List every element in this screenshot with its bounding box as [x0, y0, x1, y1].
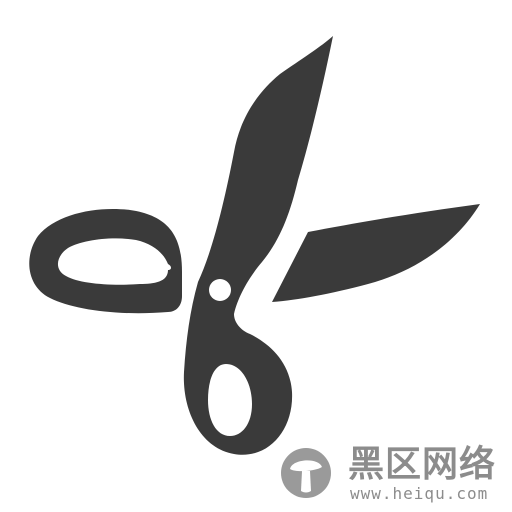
scissors-icon	[29, 36, 480, 455]
mushroom-logo-icon	[281, 448, 331, 498]
watermark: 黑区网络 www.heiqu.com	[276, 445, 508, 505]
lower-blade	[272, 204, 480, 302]
watermark-url: www.heiqu.com	[350, 484, 489, 503]
left-finger-ring	[29, 209, 182, 314]
watermark-title: 黑区网络	[348, 444, 497, 485]
